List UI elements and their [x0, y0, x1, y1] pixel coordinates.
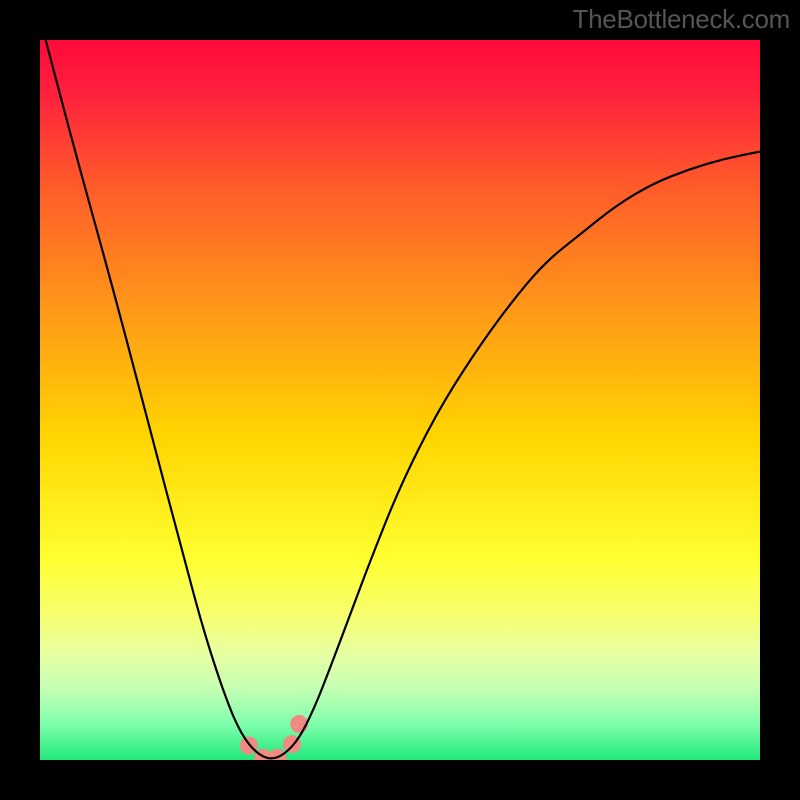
- chart-svg: [40, 40, 760, 760]
- frame: TheBottleneck.com: [0, 0, 800, 800]
- gradient-rect: [40, 40, 760, 760]
- plot-area: [40, 40, 760, 760]
- watermark-text: TheBottleneck.com: [573, 4, 790, 35]
